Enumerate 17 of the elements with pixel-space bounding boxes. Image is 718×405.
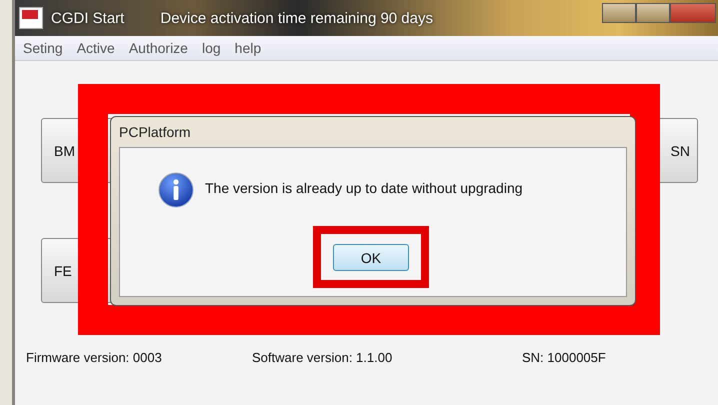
window-title: CGDI Start: [51, 10, 124, 26]
info-icon: [158, 172, 194, 208]
activation-notice: Device activation time remaining 90 days: [160, 10, 433, 26]
menu-item[interactable]: log: [202, 40, 221, 56]
menu-item[interactable]: Active: [76, 40, 115, 56]
status-text: SN: 1000005F: [522, 350, 606, 365]
dialog-title: PCPlatform: [119, 123, 192, 142]
dialog-message: The version is already up to date without upgrading: [205, 180, 523, 196]
menu-item[interactable]: Seting: [23, 40, 63, 56]
menu-item[interactable]: Authorize: [128, 40, 188, 56]
ok-button[interactable]: OK: [333, 244, 409, 271]
status-text: Firmware version: 0003: [26, 350, 163, 365]
app-logo-icon: [19, 7, 43, 29]
menu-item[interactable]: help: [234, 40, 262, 56]
status-text: Software version: 1.1.00: [252, 350, 394, 365]
minimize-button[interactable]: [602, 3, 636, 23]
maximize-button[interactable]: [636, 3, 670, 23]
